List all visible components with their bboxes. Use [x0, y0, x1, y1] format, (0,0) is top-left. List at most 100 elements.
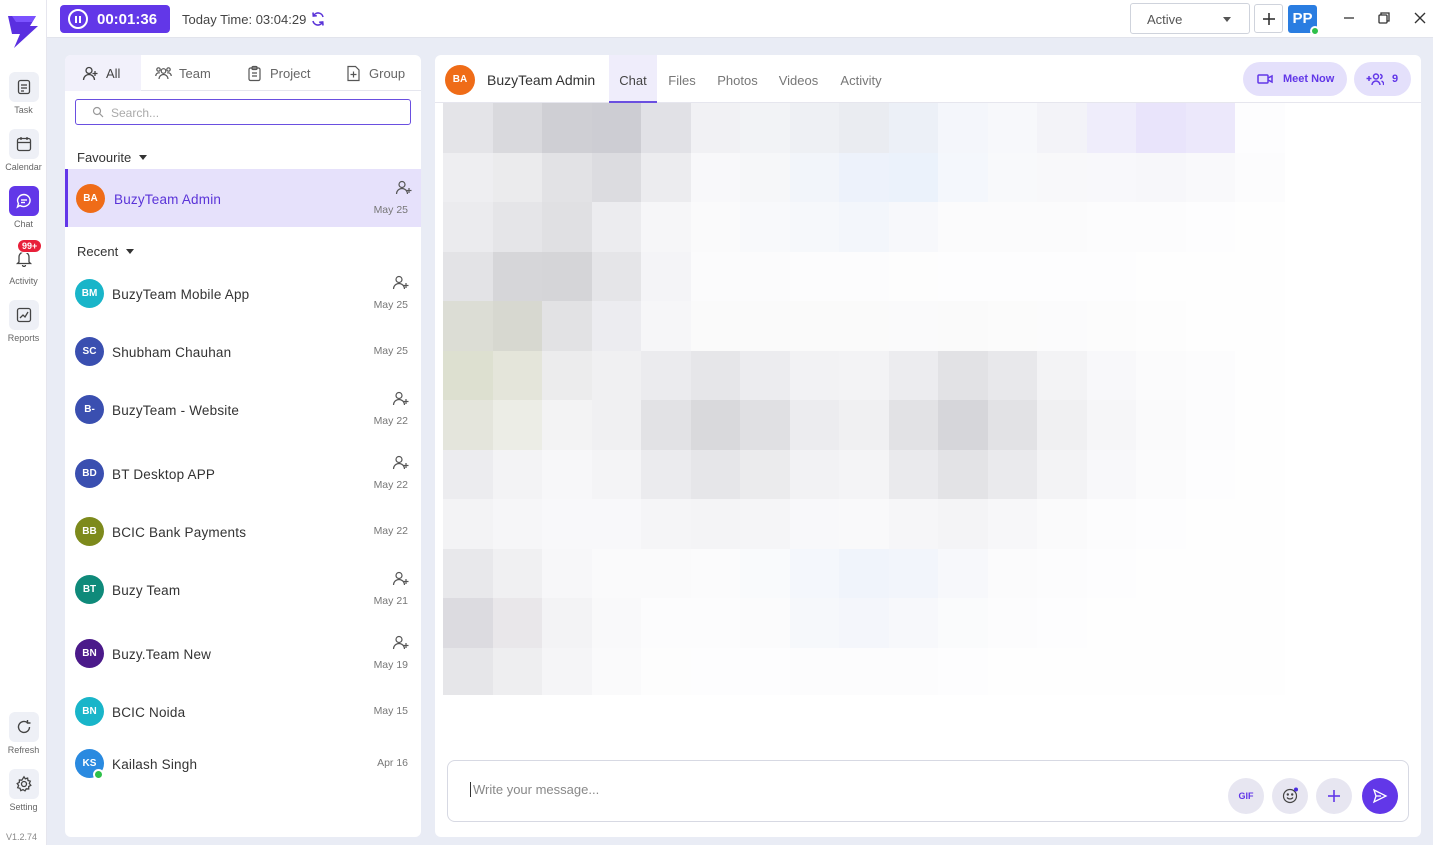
user-avatar[interactable]: PP — [1288, 5, 1320, 36]
status-select[interactable]: Active — [1130, 3, 1250, 34]
blurred-content-tile — [641, 301, 691, 351]
chat-list-item[interactable]: BN Buzy.Team New May 19 — [65, 624, 421, 682]
meet-now-button[interactable]: Meet Now — [1243, 62, 1347, 96]
tab-label: Group — [369, 65, 406, 81]
minimize-icon[interactable] — [1341, 10, 1357, 26]
blurred-content-tile — [938, 301, 988, 351]
message-input[interactable]: Write your message... — [470, 782, 599, 797]
favourite-section-toggle[interactable]: Favourite — [77, 150, 148, 165]
add-person-icon[interactable] — [392, 390, 409, 407]
gif-button[interactable]: GIF — [1228, 778, 1264, 814]
tab-photos[interactable]: Photos — [711, 55, 764, 103]
blurred-content-tile — [740, 301, 790, 351]
tab-group[interactable]: Group — [345, 55, 405, 91]
chat-list-item[interactable]: BN BCIC Noida May 15 — [65, 682, 421, 740]
blurred-content-tile — [690, 647, 741, 695]
rail-setting[interactable]: Setting — [0, 769, 47, 812]
add-person-icon[interactable] — [392, 634, 409, 651]
blurred-content-tile — [938, 548, 988, 599]
blurred-content-tile — [740, 499, 790, 549]
tab-chat[interactable]: Chat — [609, 55, 657, 103]
blurred-content-tile — [1086, 598, 1137, 648]
blurred-content-tile — [987, 400, 1038, 450]
user-icon — [82, 66, 98, 80]
blurred-content-tile — [690, 103, 741, 153]
blurred-content-tile — [987, 647, 1038, 695]
members-button[interactable]: 9 — [1354, 62, 1411, 96]
chat-list-item[interactable]: BD BT Desktop APP May 22 — [65, 444, 421, 502]
attach-button[interactable] — [1316, 778, 1352, 814]
emoji-button[interactable] — [1272, 778, 1308, 814]
blurred-content-tile — [888, 598, 939, 648]
chat-list-item[interactable]: BB BCIC Bank Payments May 22 — [65, 502, 421, 560]
blurred-content-tile — [542, 152, 592, 203]
blurred-content-tile — [987, 103, 1038, 153]
user-initials: PP — [1292, 10, 1313, 27]
blurred-content-tile — [641, 647, 691, 695]
member-count: 9 — [1392, 73, 1399, 85]
message-composer: Write your message... GIF — [447, 760, 1409, 822]
blurred-content-tile — [1235, 251, 1285, 302]
blurred-content-tile — [1086, 152, 1137, 203]
chat-list-item[interactable]: KS Kailash Singh Apr 16 — [65, 734, 421, 792]
close-icon[interactable] — [1412, 10, 1428, 26]
add-person-icon[interactable] — [392, 274, 409, 291]
blurred-content-tile — [789, 152, 840, 203]
blurred-content-tile — [591, 103, 642, 153]
add-button[interactable] — [1254, 4, 1283, 33]
blurred-content-tile — [789, 103, 840, 153]
tab-activity[interactable]: Activity — [833, 55, 889, 103]
blurred-content-tile — [789, 202, 840, 252]
chat-date: May 25 — [373, 299, 408, 311]
tab-videos[interactable]: Videos — [773, 55, 824, 103]
blurred-content-tile — [1235, 449, 1285, 500]
timer-button[interactable]: 00:01:36 — [60, 5, 170, 33]
blurred-content-tile — [789, 647, 840, 695]
tab-project[interactable]: Project — [246, 55, 310, 91]
blurred-content-tile — [641, 400, 691, 450]
chat-list-item[interactable]: BA BuzyTeam Admin May 25 — [65, 169, 421, 227]
blurred-content-tile — [839, 301, 889, 351]
blurred-content-tile — [1136, 152, 1186, 203]
chat-list-item[interactable]: BT Buzy Team May 21 — [65, 560, 421, 618]
blurred-content-tile — [492, 152, 543, 203]
chat-list-item[interactable]: SC Shubham Chauhan May 25 — [65, 322, 421, 380]
rail-task[interactable]: Task — [0, 72, 47, 115]
chat-name: BuzyTeam Admin — [114, 192, 222, 207]
chat-list-item[interactable]: BM BuzyTeam Mobile App May 25 — [65, 264, 421, 322]
add-person-icon[interactable] — [395, 179, 412, 196]
blurred-content-tile — [1185, 400, 1236, 450]
today-time: Today Time: 03:04:29 — [182, 12, 307, 27]
blurred-content-tile — [839, 251, 889, 302]
status-value: Active — [1147, 12, 1183, 27]
blurred-content-tile — [938, 251, 988, 302]
send-button[interactable] — [1362, 778, 1398, 814]
search-input[interactable]: Search... — [75, 99, 411, 125]
rail-chat[interactable]: Chat — [0, 186, 47, 229]
add-person-icon[interactable] — [392, 454, 409, 471]
blurred-content-tile — [1037, 400, 1087, 450]
blurred-content-tile — [542, 301, 592, 351]
blurred-content-tile — [938, 350, 988, 401]
restore-icon[interactable] — [1376, 10, 1392, 26]
blurred-content-tile — [839, 647, 889, 695]
tab-all[interactable]: All — [65, 55, 141, 91]
tab-files[interactable]: Files — [661, 55, 703, 103]
search-icon — [92, 106, 104, 118]
chat-list-item[interactable]: B- BuzyTeam - Website May 22 — [65, 380, 421, 438]
tab-team[interactable]: Team — [155, 55, 211, 91]
app-logo[interactable] — [6, 12, 40, 50]
chat-name: Shubham Chauhan — [112, 345, 232, 360]
rail-refresh[interactable]: Refresh — [0, 712, 47, 755]
blurred-content-tile — [1086, 499, 1137, 549]
blurred-content-tile — [839, 499, 889, 549]
rail-reports[interactable]: Reports — [0, 300, 47, 343]
blurred-content-tile — [542, 449, 592, 500]
sync-icon[interactable] — [310, 11, 326, 27]
blurred-content-tile — [443, 499, 493, 549]
rail-activity[interactable]: 99+ Activity — [0, 239, 47, 286]
avatar: BN — [75, 639, 104, 668]
add-person-icon[interactable] — [392, 570, 409, 587]
rail-calendar[interactable]: Calendar — [0, 129, 47, 172]
recent-section-toggle[interactable]: Recent — [77, 244, 135, 259]
